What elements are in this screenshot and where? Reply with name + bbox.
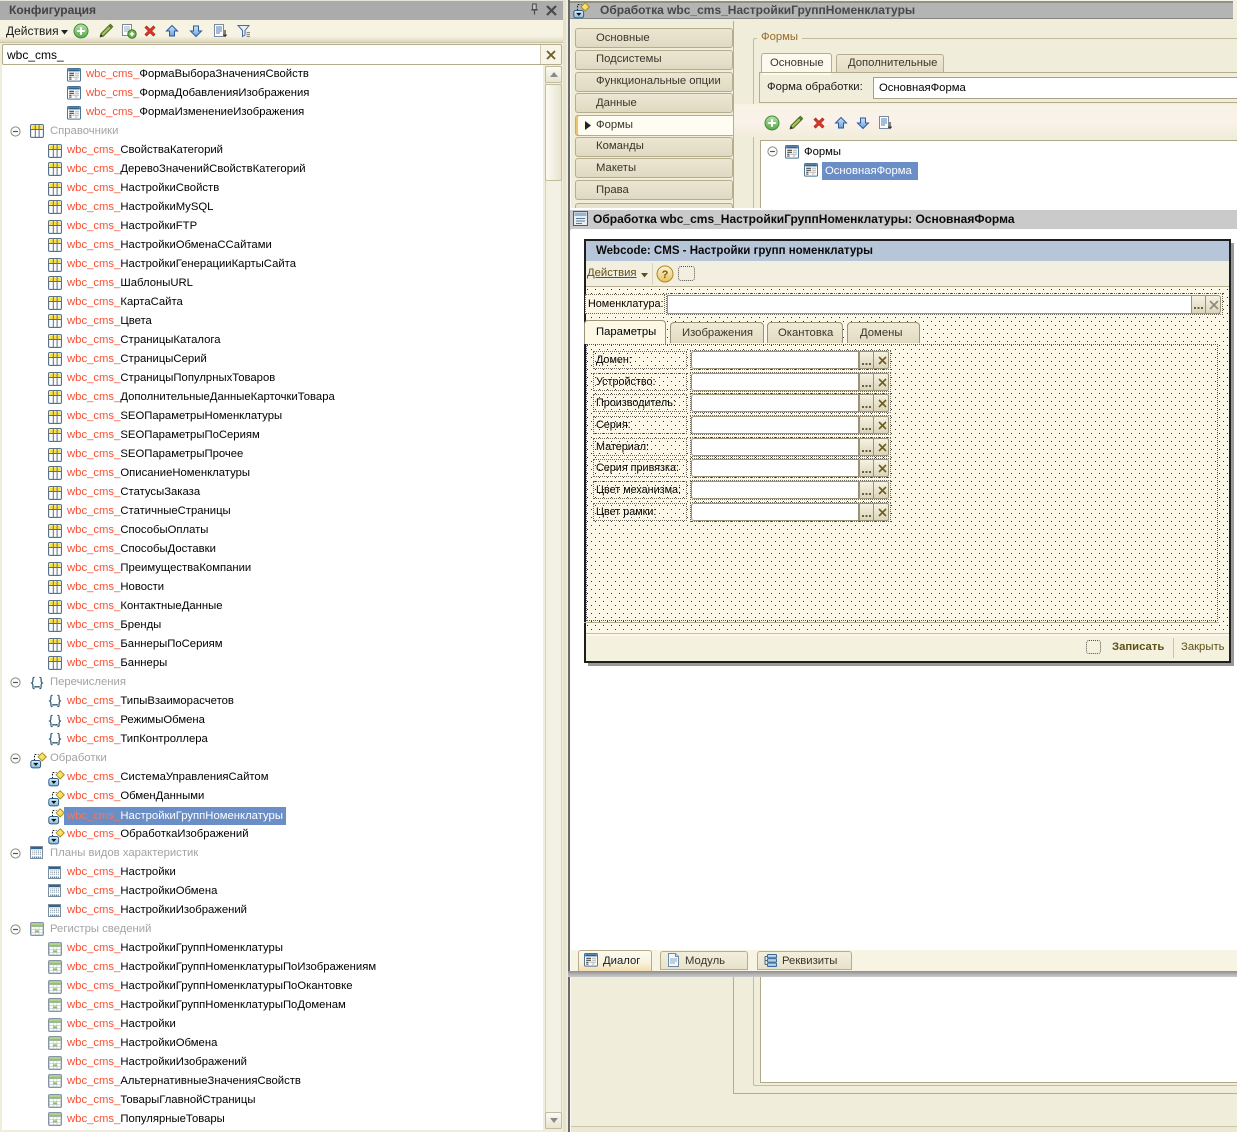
svg-text:?: ? [662, 269, 669, 281]
